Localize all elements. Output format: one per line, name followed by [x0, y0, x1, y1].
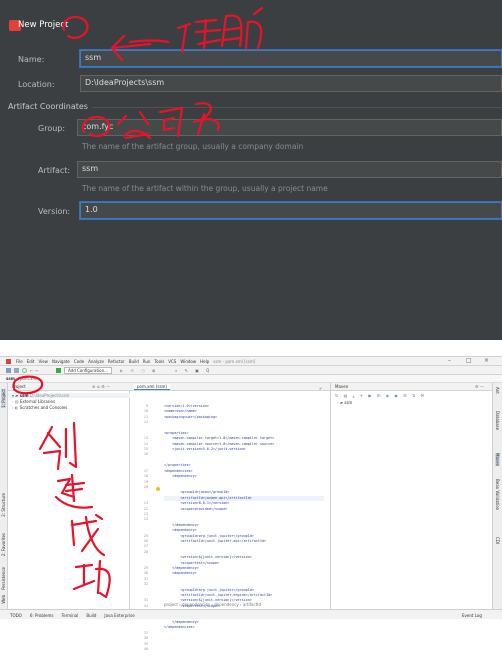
handwriting-project-name [176, 18, 222, 54]
ssm-circle-mark [12, 375, 44, 395]
handwriting-company-name-3 [192, 102, 220, 136]
handwriting-gong [72, 559, 111, 599]
handwriting-company-name-2 [158, 106, 184, 138]
handwriting-company-name [116, 110, 152, 140]
new-project-dialog: New Project Name: ssm Location: D:\IdeaP… [0, 0, 502, 340]
group-circle-mark [81, 115, 111, 138]
title-circle-mark [62, 15, 89, 39]
arrow-tail-mark [128, 39, 170, 44]
handwriting-jian [54, 473, 94, 509]
ide-window: File Edit View Navigate Code Analyze Ref… [0, 356, 502, 651]
handwritten-annotations [62, 6, 264, 140]
handwriting-cheng [70, 513, 106, 557]
handwriting-project-name-2 [220, 14, 243, 48]
ide-handwritten-annotations [12, 375, 111, 599]
handwriting-project-name-3 [244, 6, 264, 50]
handwriting-chuang [38, 421, 78, 471]
